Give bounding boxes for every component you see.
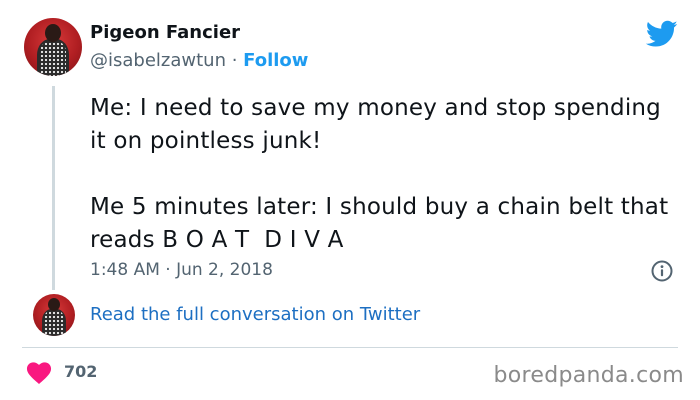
avatar-figure-pattern	[40, 42, 66, 76]
tweet-paragraph: Me 5 minutes later: I should buy a chain…	[90, 194, 676, 253]
tweet-paragraph: Me: I need to save my money and stop spe…	[90, 95, 661, 154]
avatar-figure-head	[48, 298, 60, 311]
reply-avatar[interactable]	[33, 294, 75, 336]
author-avatar[interactable]	[24, 18, 82, 76]
tweet-body: Me: I need to save my money and stop spe…	[90, 92, 680, 257]
avatar-figure-pattern	[44, 311, 64, 336]
avatar-figure-head	[45, 24, 61, 42]
boredpanda-watermark: boredpanda.com	[493, 363, 684, 388]
heart-icon[interactable]	[26, 362, 52, 384]
follow-button[interactable]: Follow	[243, 50, 308, 71]
author-display-name[interactable]: Pigeon Fancier	[90, 22, 240, 43]
tweet-timestamp[interactable]: 1:48 AM · Jun 2, 2018	[90, 260, 273, 280]
footer-divider	[22, 347, 678, 348]
read-full-conversation-link[interactable]: Read the full conversation on Twitter	[90, 304, 420, 325]
like-count: 702	[64, 362, 98, 381]
author-handle-row: @isabelzawtun · Follow	[90, 50, 308, 71]
twitter-bird-icon[interactable]	[646, 20, 678, 48]
info-icon[interactable]	[651, 260, 673, 282]
handle-separator: ·	[225, 50, 244, 71]
author-handle[interactable]: @isabelzawtun	[90, 50, 226, 71]
thread-connector-line	[52, 86, 55, 290]
